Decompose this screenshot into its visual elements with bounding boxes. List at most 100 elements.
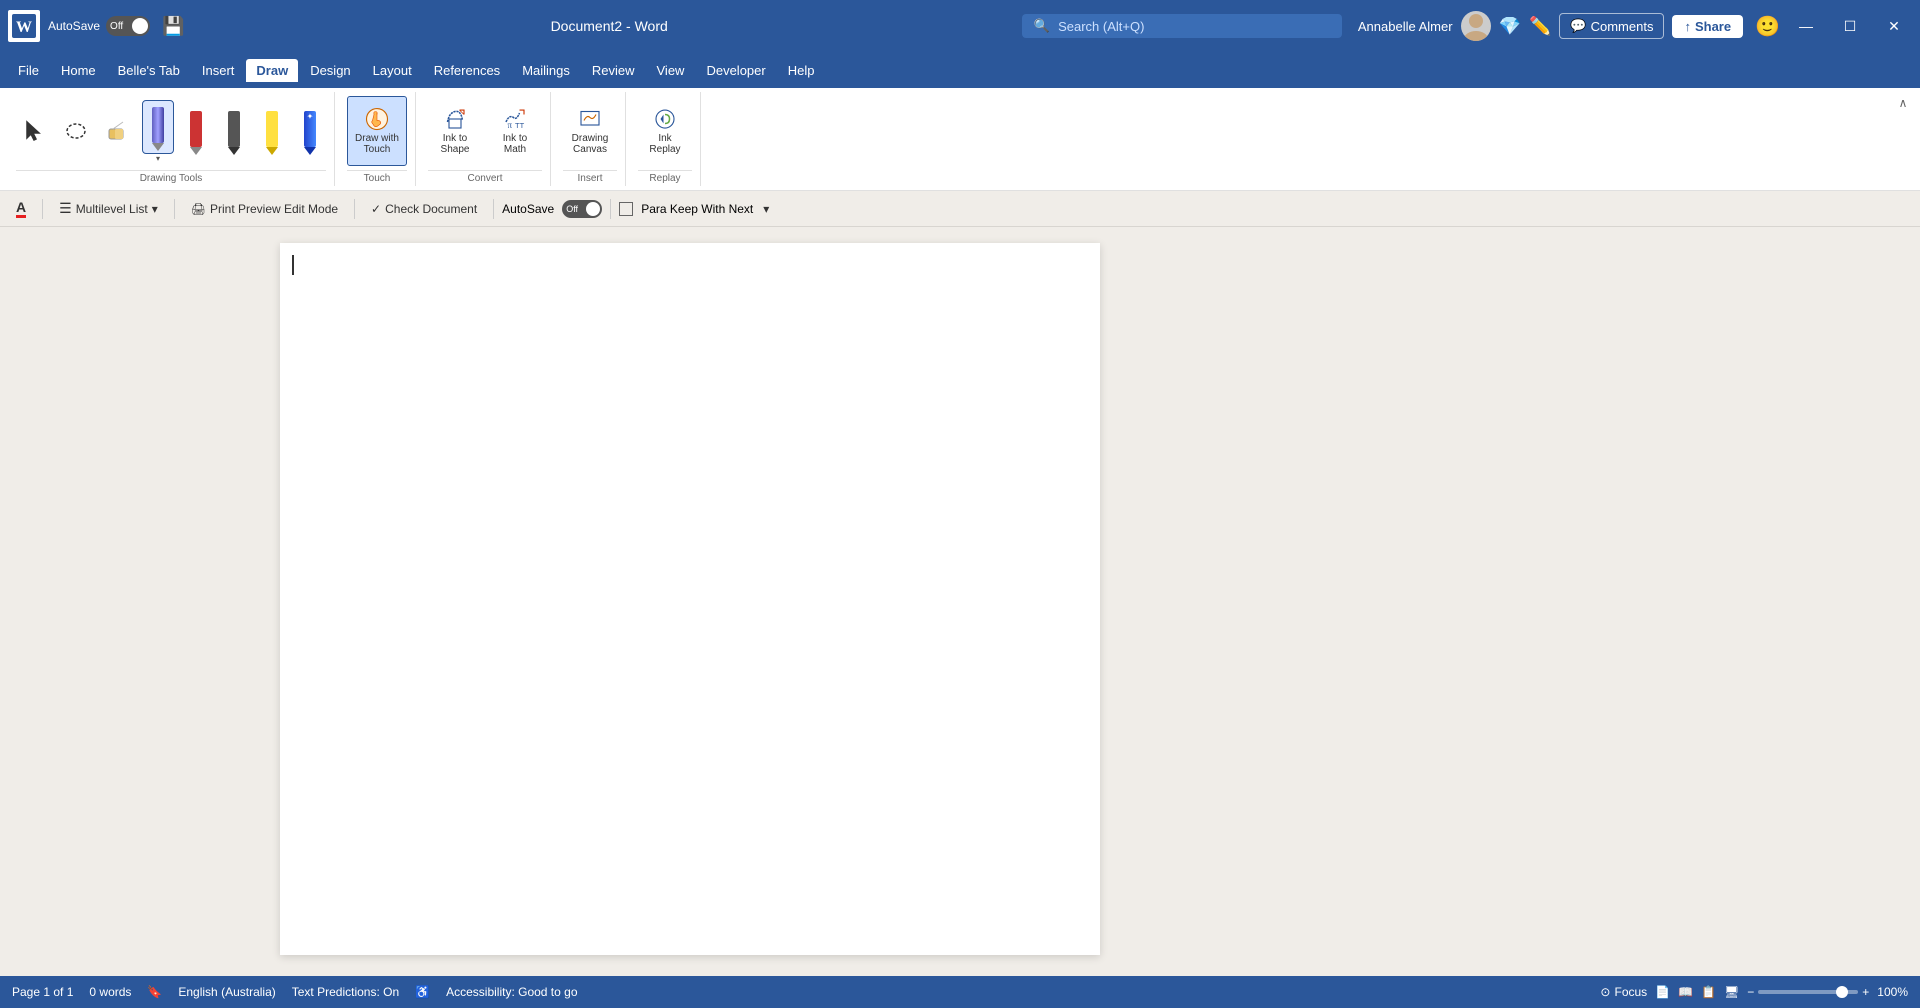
menu-view[interactable]: View [647,59,695,82]
autosave-state: Off [110,21,123,32]
pen-red-tool[interactable] [180,104,212,158]
svg-text:✦: ✦ [307,112,314,121]
ink-to-math-label: Ink toMath [503,133,527,155]
multilevel-list-label: Multilevel List [76,202,148,216]
word-count[interactable]: 0 words [89,985,131,999]
minimize-button[interactable]: — [1788,10,1824,42]
drawing-tools-label: Drawing Tools [16,170,326,186]
focus-label: Focus [1614,985,1647,999]
toolbar2-separator-2 [174,199,175,219]
menu-references[interactable]: References [424,59,510,82]
ink-to-math-button[interactable]: π TT Ink toMath [488,103,542,159]
draw-with-touch-button[interactable]: Draw withTouch [347,96,407,166]
ribbon-collapse-button[interactable]: ∧ [1894,96,1912,110]
menu-layout[interactable]: Layout [363,59,422,82]
maximize-button[interactable]: ☐ [1832,10,1868,42]
ribbon-group-replay: InkReplay Replay [630,92,701,186]
multilevel-list-button[interactable]: ☰ Multilevel List ▾ [51,197,166,220]
menu-file[interactable]: File [8,59,49,82]
ribbon-group-touch: Draw withTouch Touch [339,92,416,186]
pen-blue-dropdown-arrow: ▾ [156,154,160,163]
normal-view-button[interactable]: 📄 [1655,985,1670,999]
zoom-minus-button[interactable]: − [1747,985,1754,999]
pen-blue-sparkle-tool[interactable]: ✦ [294,104,326,158]
ribbon-group-drawing-tools: ▾ [8,92,335,186]
convert-group-label: Convert [428,170,542,186]
multilevel-list-icon: ☰ [59,200,72,217]
accessibility-status[interactable]: Accessibility: Good to go [446,985,577,999]
accessibility-icon: ♿ [415,985,430,999]
para-keep-dropdown-button[interactable]: ▾ [757,199,775,219]
zoom-plus-button[interactable]: + [1862,985,1869,999]
collapse-icon: ∧ [1899,96,1908,110]
para-keep-with-next-container[interactable]: Para Keep With Next [619,202,753,216]
menu-home[interactable]: Home [51,59,106,82]
search-bar[interactable]: 🔍 Search (Alt+Q) [1022,14,1342,38]
ribbon-tools: ▾ [0,88,1920,190]
para-keep-checkbox[interactable] [619,202,633,216]
pen-dark-tool[interactable] [218,104,250,158]
select-tool-button[interactable] [16,115,52,147]
toolbar2-autosave-label: AutoSave [502,202,554,216]
document-page[interactable] [280,243,1100,955]
comments-label: Comments [1591,19,1654,34]
autosave-toggle[interactable]: Off [106,16,150,36]
focus-button[interactable]: ⊙ Focus [1600,985,1647,999]
comments-icon: 💬 [1570,18,1586,34]
para-keep-dropdown-arrow: ▾ [763,202,769,216]
toolbar2-autosave-toggle[interactable]: Off [562,200,602,218]
menu-insert[interactable]: Insert [192,59,245,82]
insert-group-label: Insert [563,170,617,186]
menu-belles-tab[interactable]: Belle's Tab [108,59,190,82]
print-preview-edit-mode-button[interactable]: 🖨 Print Preview Edit Mode [183,199,346,219]
check-document-label: Check Document [385,202,477,216]
lasso-select-button[interactable] [58,115,94,147]
menu-draw[interactable]: Draw [246,59,298,82]
page-indicator[interactable]: Page 1 of 1 [12,985,73,999]
pen-edit-icon[interactable]: ✏️ [1529,16,1551,37]
bookmark-icon: 🔖 [147,985,162,999]
reading-view-button[interactable]: 📖 [1678,985,1693,999]
drawing-canvas-button[interactable]: DrawingCanvas [563,103,617,159]
check-document-button[interactable]: ✓ Check Document [363,199,485,219]
emoji-feedback-button[interactable]: 🙂 [1755,14,1780,39]
comments-button[interactable]: 💬 Comments [1559,13,1664,39]
focus-layout-button[interactable]: 🖥 [1724,985,1739,999]
title-bar: W AutoSave Off 💾 Document2 - Word 🔍 Sear… [0,0,1920,52]
save-icon[interactable]: 💾 [162,16,184,37]
diamond-icon[interactable]: 💎 [1499,16,1521,37]
word-logo: W [8,10,40,42]
menu-help[interactable]: Help [778,59,825,82]
svg-text:W: W [16,19,32,36]
share-icon: ↑ [1684,19,1691,34]
check-doc-icon: ✓ [371,202,381,216]
menu-design[interactable]: Design [300,59,360,82]
close-button[interactable]: ✕ [1876,10,1912,42]
search-icon: 🔍 [1034,18,1050,34]
eraser-button[interactable] [100,115,136,147]
language[interactable]: English (Australia) [178,985,275,999]
ink-replay-button[interactable]: InkReplay [638,103,692,159]
ink-to-shape-button[interactable]: Ink toShape [428,103,482,159]
highlighter-yellow-tool[interactable] [256,104,288,158]
ink-to-shape-label: Ink toShape [441,133,470,155]
menu-bar: File Home Belle's Tab Insert Draw Design… [0,52,1920,88]
menu-mailings[interactable]: Mailings [512,59,580,82]
print-preview-icon: 🖨 [191,202,206,216]
drawing-canvas-label: DrawingCanvas [572,133,609,155]
menu-developer[interactable]: Developer [696,59,775,82]
zoom-track[interactable] [1758,990,1858,994]
pen-blue-purple-tool[interactable]: ▾ [142,100,174,163]
left-margin [0,227,280,971]
replay-group-label: Replay [638,170,692,186]
zoom-percent[interactable]: 100% [1877,985,1908,999]
toolbar2-separator-3 [354,199,355,219]
page-layout-button[interactable]: 📋 [1701,985,1716,999]
share-button[interactable]: ↑ Share [1672,15,1743,38]
ink-replay-label: InkReplay [649,133,680,155]
font-color-button[interactable]: A [8,196,34,221]
zoom-thumb[interactable] [1836,986,1848,998]
text-predictions[interactable]: Text Predictions: On [292,985,399,999]
ribbon-group-convert: Ink toShape π TT Ink toMath Convert [420,92,551,186]
menu-review[interactable]: Review [582,59,645,82]
